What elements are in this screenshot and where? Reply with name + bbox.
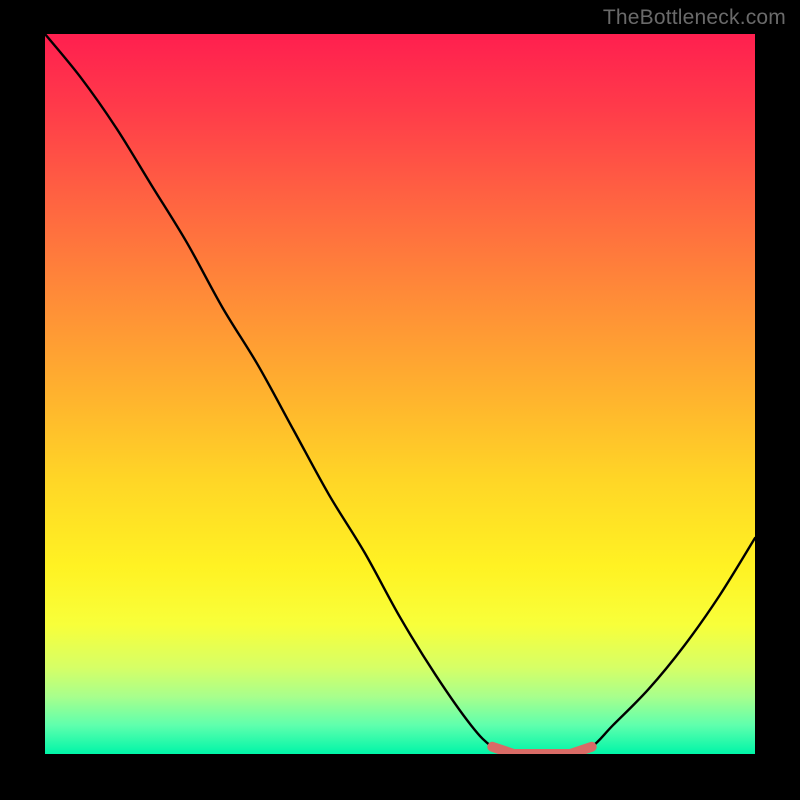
plot-area [45,34,755,754]
attribution-label: TheBottleneck.com [603,6,786,30]
optimal-range-marker [45,34,755,754]
chart-frame: TheBottleneck.com [0,0,800,800]
